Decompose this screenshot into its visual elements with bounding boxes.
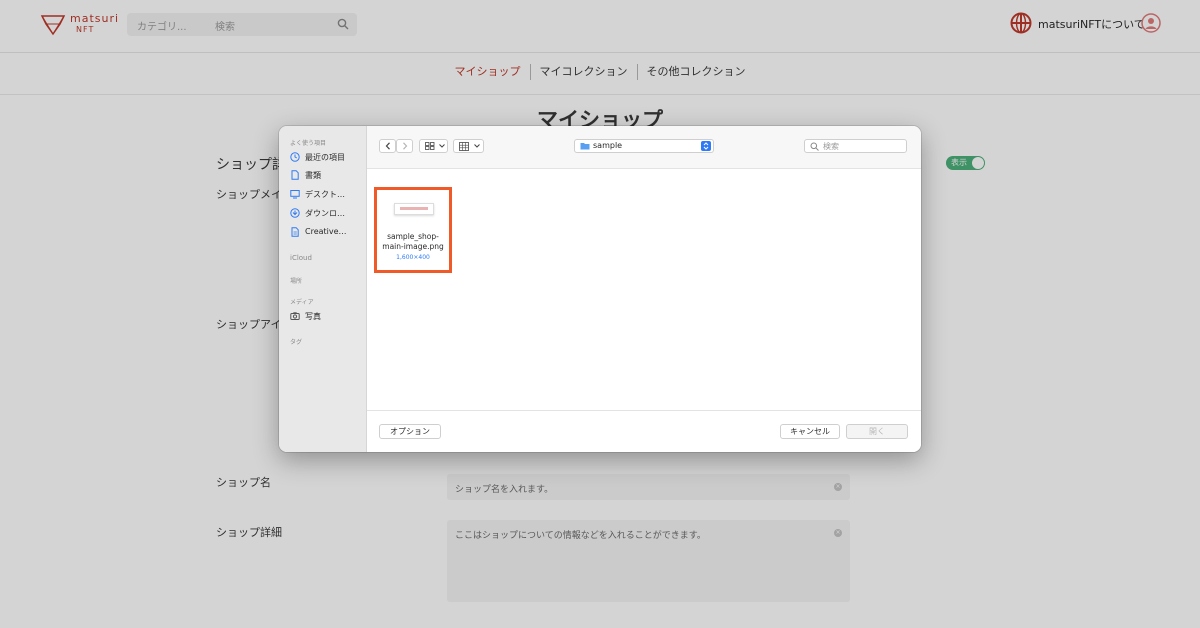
icon-view-icon <box>425 142 435 150</box>
file-name: sample_shop- main-image.png <box>377 232 449 252</box>
file-name-line-2: main-image.png <box>382 242 444 251</box>
chevron-left-icon <box>385 142 390 150</box>
folder-path-select[interactable]: sample <box>574 139 714 153</box>
dialog-search-placeholder: 検索 <box>823 142 839 151</box>
folder-name: sample <box>593 141 623 150</box>
folder-icon <box>580 143 590 150</box>
document-icon <box>291 170 299 180</box>
view-mode-button[interactable] <box>419 139 448 153</box>
chevron-down-icon <box>474 144 480 148</box>
file-name-line-1: sample_shop- <box>387 232 439 241</box>
sidebar-item-label: ダウンロ… <box>305 209 345 218</box>
grid-icon <box>459 142 469 151</box>
sidebar-item-label: 最近の項目 <box>305 153 345 162</box>
options-button[interactable]: オプション <box>379 424 441 439</box>
sidebar-item-recents[interactable]: 最近の項目 <box>290 151 364 165</box>
tags-heading: タグ <box>290 339 303 346</box>
sidebar-item-label: 書類 <box>305 171 321 180</box>
sidebar-item-creative[interactable]: Creative… <box>290 226 364 240</box>
file-thumbnail <box>394 203 434 215</box>
sidebar-item-downloads[interactable]: ダウンロ… <box>290 207 364 221</box>
dialog-search-input[interactable]: 検索 <box>804 139 907 153</box>
icloud-heading: iCloud <box>290 254 312 262</box>
sidebar-item-label: 写真 <box>305 312 321 321</box>
sidebar-item-photos[interactable]: 写真 <box>290 310 364 324</box>
finder-sidebar: よく使う項目 最近の項目 書類 デスクト… ダウンロ… Creative… iC… <box>279 126 367 452</box>
favorites-heading: よく使う項目 <box>290 140 327 147</box>
chevron-down-icon <box>439 144 445 148</box>
download-icon <box>290 208 300 218</box>
open-button[interactable]: 開く <box>846 424 908 439</box>
file-icon <box>291 227 299 237</box>
desktop-icon <box>290 190 300 199</box>
group-button[interactable] <box>453 139 484 153</box>
locations-heading: 場所 <box>290 278 303 285</box>
file-item-selected[interactable]: sample_shop- main-image.png 1,600×400 <box>374 187 452 273</box>
sidebar-item-desktop[interactable]: デスクト… <box>290 188 364 202</box>
search-icon <box>810 142 819 151</box>
cancel-button[interactable]: キャンセル <box>780 424 840 439</box>
file-open-dialog: よく使う項目 最近の項目 書類 デスクト… ダウンロ… Creative… iC… <box>279 126 921 452</box>
thumbnail-banner <box>400 207 428 210</box>
sidebar-item-documents[interactable]: 書類 <box>290 169 364 183</box>
camera-icon <box>290 312 300 320</box>
file-browser: sample_shop- main-image.png 1,600×400 <box>367 169 921 410</box>
sidebar-item-label: Creative… <box>305 227 347 236</box>
media-heading: メディア <box>290 299 314 306</box>
forward-button[interactable] <box>396 139 413 153</box>
chevron-right-icon <box>403 142 408 150</box>
dialog-footer: オプション キャンセル 開く <box>367 410 921 452</box>
file-dimensions: 1,600×400 <box>396 254 430 261</box>
dialog-toolbar: sample 検索 <box>367 126 921 169</box>
clock-icon <box>290 152 300 162</box>
updown-chevron-icon <box>701 141 711 151</box>
sidebar-item-label: デスクト… <box>305 190 345 199</box>
back-button[interactable] <box>379 139 396 153</box>
